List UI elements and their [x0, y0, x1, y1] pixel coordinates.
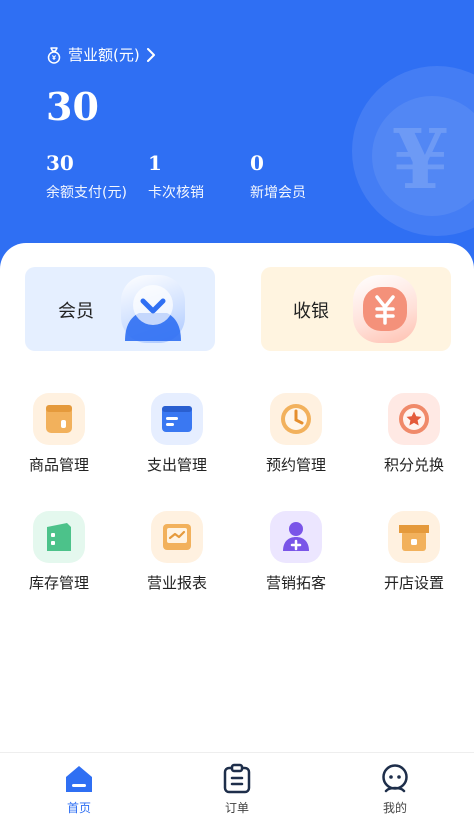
grid-expense-management[interactable]: 支出管理	[127, 393, 227, 483]
stat-label: 卡次核销	[148, 185, 204, 201]
member-icon	[121, 275, 185, 343]
bottom-tab-bar: 首页 订单 我的	[0, 752, 474, 817]
stat-balance-payment: 30 余额支付(元)	[46, 150, 127, 202]
grid-label: 支出管理	[146, 456, 207, 474]
revenue-header: ¥ 营业额(元) 30 30 余额支付(元) 1 卡次核销 0 新增会员	[0, 0, 474, 275]
clock-icon	[270, 393, 322, 445]
stat-label: 余额支付(元)	[46, 185, 127, 201]
grid-label: 开店设置	[383, 574, 444, 592]
marketing-user-icon	[270, 511, 322, 563]
grid-store-settings[interactable]: 开店设置	[364, 511, 464, 601]
money-bag-icon	[47, 46, 61, 64]
revenue-value: 30	[46, 84, 99, 129]
home-icon	[66, 766, 92, 792]
app-screen: ¥ 营业额(元) 30 30 余额支付(元) 1 卡次核销 0 新增会员 会员 …	[0, 0, 474, 817]
inventory-icon	[33, 511, 85, 563]
stat-value: 30	[46, 151, 74, 175]
revenue-link[interactable]: 营业额(元)	[46, 44, 156, 65]
tab-label: 订单	[224, 801, 249, 815]
order-icon	[223, 763, 251, 794]
grid-label: 积分兑换	[383, 456, 444, 474]
expense-icon	[151, 393, 203, 445]
cashier-label: 收银	[293, 301, 329, 322]
tab-label: 首页	[66, 801, 91, 815]
tab-profile[interactable]: 我的	[355, 763, 435, 815]
tab-label: 我的	[382, 801, 407, 815]
grid-label: 预约管理	[265, 456, 326, 474]
revenue-label: 营业额(元)	[68, 46, 140, 64]
grid-business-report[interactable]: 营业报表	[127, 511, 227, 601]
grid-inventory-management[interactable]: 库存管理	[9, 511, 109, 601]
grid-appointment-management[interactable]: 预约管理	[246, 393, 346, 483]
cashier-button[interactable]: 收银	[261, 267, 451, 351]
stat-value: 0	[250, 151, 264, 175]
grid-label: 营业报表	[146, 574, 207, 592]
stat-value: 1	[148, 151, 162, 175]
grid-label: 库存管理	[28, 574, 89, 592]
grid-label: 营销拓客	[265, 574, 326, 592]
decorative-yen-icon: ¥	[392, 112, 450, 208]
stat-label: 新增会员	[250, 185, 306, 201]
main-content: 会员 收银 商品管理 支出管理 预约管理 积分兑换 库存管理 营业报表 营销拓客…	[0, 243, 474, 753]
tab-orders[interactable]: 订单	[197, 763, 277, 815]
stat-card-redeem: 1 卡次核销	[148, 150, 204, 202]
tab-home[interactable]: 首页	[39, 763, 119, 815]
star-medal-icon	[388, 393, 440, 445]
member-label: 会员	[58, 301, 94, 322]
yen-icon	[353, 275, 417, 343]
grid-points-exchange[interactable]: 积分兑换	[364, 393, 464, 483]
chevron-right-icon	[146, 47, 155, 62]
profile-icon	[382, 764, 408, 793]
member-button[interactable]: 会员	[25, 267, 215, 351]
grid-marketing[interactable]: 营销拓客	[246, 511, 346, 601]
store-icon	[388, 511, 440, 563]
grid-label: 商品管理	[28, 456, 89, 474]
grid-product-management[interactable]: 商品管理	[9, 393, 109, 483]
report-icon	[151, 511, 203, 563]
stat-new-members: 0 新增会员	[250, 150, 306, 202]
product-icon	[33, 393, 85, 445]
